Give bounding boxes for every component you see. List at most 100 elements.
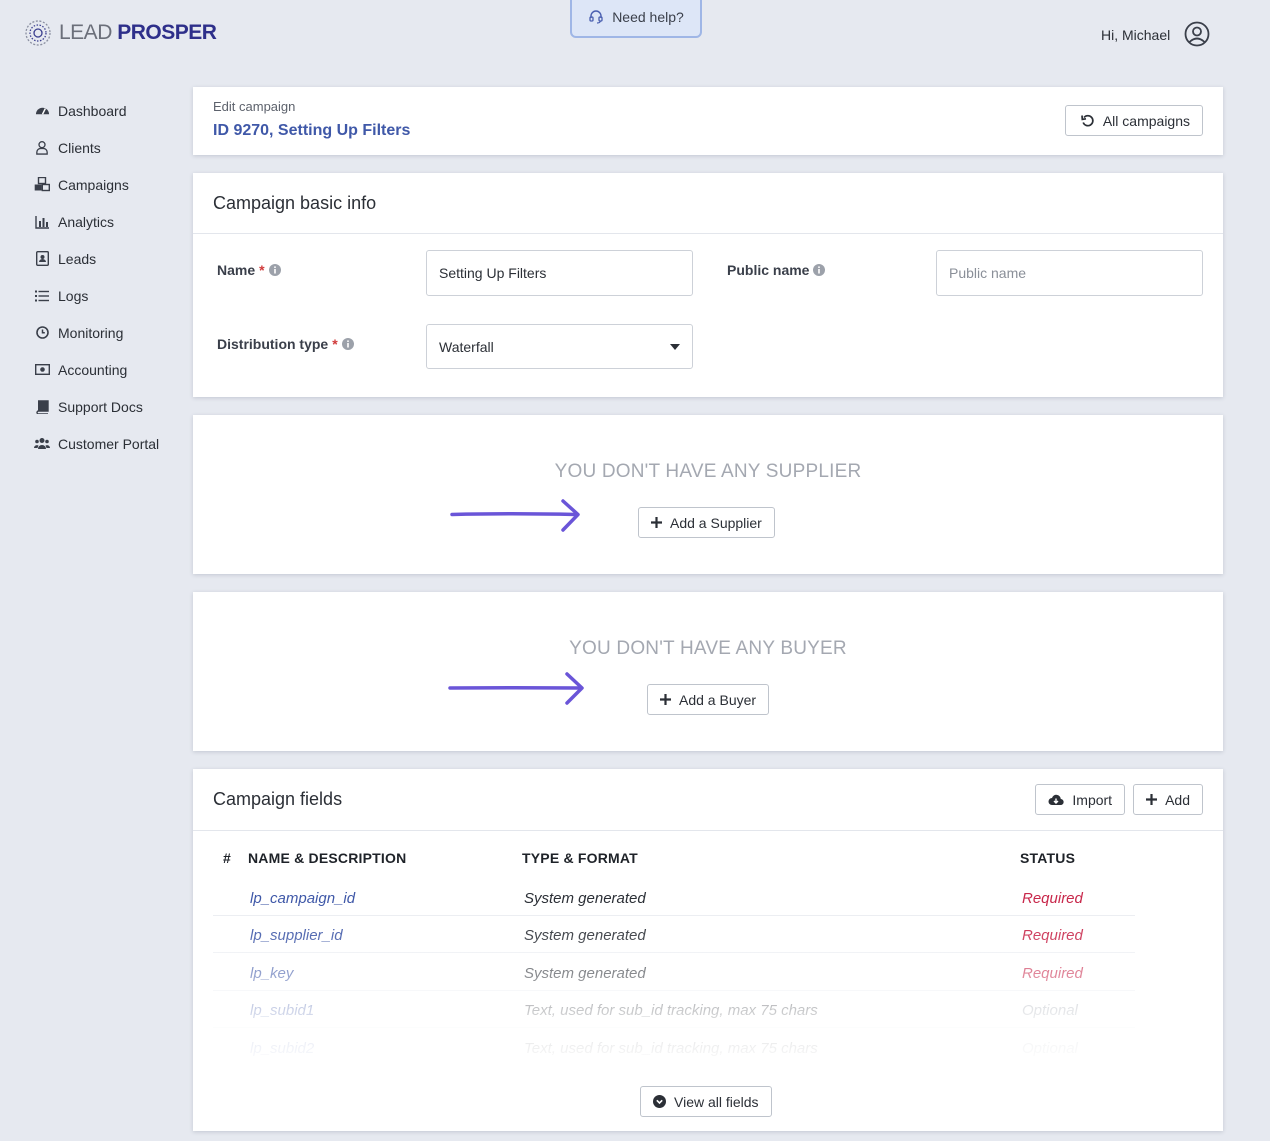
all-campaigns-label: All campaigns [1102,112,1190,129]
undo-icon [1080,114,1094,126]
sidebar-item-accounting[interactable]: Accounting [34,351,184,388]
basic-info-card: Campaign basic info Name * Setting Up Fi… [193,173,1223,397]
supplier-card: YOU DON'T HAVE ANY SUPPLIER Add a Suppli… [193,415,1223,574]
divider [193,233,1223,234]
need-help-button[interactable]: Need help? [570,0,702,38]
import-label: Import [1072,791,1113,808]
field-status: Optional [1022,1002,1078,1019]
arrow-right-icon [448,672,584,705]
sidebar-item-label: Analytics [58,213,115,230]
add-buyer-label: Add a Buyer [679,691,757,708]
sidebar-item-monitoring[interactable]: Monitoring [34,314,184,351]
logo-text-light: LEAD [59,21,112,44]
edit-campaign-subtitle: Edit campaign [213,99,296,114]
field-status: Required [1022,965,1083,982]
contact-card-icon [34,251,50,267]
distribution-label-text: Distribution type [217,336,329,352]
table-row[interactable]: lp_supplier_id System generated Required [213,916,1135,953]
required-mark: * [332,336,338,352]
cubes-icon [34,177,50,193]
logo-text: LEAD PROSPER [59,21,217,45]
sidebar-item-analytics[interactable]: Analytics [34,203,184,240]
sidebar-item-customer-portal[interactable]: Customer Portal [34,425,184,462]
sidebar-item-label: Monitoring [58,324,124,341]
no-buyer-message: YOU DON'T HAVE ANY BUYER [569,638,847,659]
public-name-input[interactable]: Public name [936,250,1203,296]
user-icon [34,140,50,156]
clock-icon [34,325,50,341]
cloud-download-icon [1048,794,1065,806]
public-name-label: Public name [727,262,826,278]
column-header-name[interactable]: NAME & DESCRIPTION [248,850,406,866]
headset-icon [589,10,603,24]
field-name-link[interactable]: lp_subid2 [250,1040,314,1057]
add-field-label: Add [1165,791,1190,808]
sidebar: Dashboard Clients Campaigns Analytics Le… [34,92,184,462]
field-name-link[interactable]: lp_campaign_id [250,890,355,907]
sidebar-item-label: Logs [58,287,89,304]
field-type: Text, used for sub_id tracking, max 75 c… [524,1040,818,1057]
sidebar-item-support-docs[interactable]: Support Docs [34,388,184,425]
book-icon [34,399,50,415]
name-label-text: Name [217,262,256,278]
chevron-down-circle-icon [653,1095,666,1108]
no-supplier-message: YOU DON'T HAVE ANY SUPPLIER [554,461,862,482]
caret-down-icon [670,343,680,350]
sidebar-item-logs[interactable]: Logs [34,277,184,314]
user-greeting: Hi, Michael [1101,27,1171,43]
sidebar-item-leads[interactable]: Leads [34,240,184,277]
name-input[interactable]: Setting Up Filters [426,250,693,296]
logo-text-bold: PROSPER [117,21,217,44]
field-name-link[interactable]: lp_key [250,965,293,982]
info-icon[interactable] [268,264,281,276]
sidebar-item-label: Clients [58,139,101,156]
add-field-button[interactable]: Add [1133,784,1203,815]
sidebar-item-campaigns[interactable]: Campaigns [34,166,184,203]
table-row[interactable]: lp_key System generated Required [213,954,1135,991]
all-campaigns-button[interactable]: All campaigns [1064,105,1203,136]
distribution-type-select[interactable]: Waterfall [426,324,693,369]
plus-icon [651,517,662,528]
column-header-type[interactable]: TYPE & FORMAT [522,850,638,866]
info-icon[interactable] [813,264,826,276]
public-name-label-text: Public name [727,262,810,278]
divider [193,830,1223,831]
bar-chart-icon [34,214,50,230]
add-buyer-button[interactable]: Add a Buyer [647,684,770,715]
list-icon [34,288,50,304]
field-status: Required [1022,927,1083,944]
sidebar-item-clients[interactable]: Clients [34,129,184,166]
app-logo[interactable]: LEAD PROSPER [23,18,217,48]
sidebar-item-dashboard[interactable]: Dashboard [34,92,184,129]
sidebar-item-label: Leads [58,250,97,267]
info-icon[interactable] [341,338,354,350]
field-status: Required [1022,890,1083,907]
logo-mark-icon [25,20,51,46]
edit-campaign-card: Edit campaign ID 9270, Setting Up Filter… [193,87,1223,155]
add-supplier-label: Add a Supplier [670,514,762,531]
field-type: System generated [524,965,646,982]
avatar-icon[interactable] [1184,21,1210,47]
sidebar-item-label: Support Docs [58,398,143,415]
view-all-fields-button[interactable]: View all fields [640,1086,772,1117]
column-header-number: # [223,850,231,866]
table-row[interactable]: lp_campaign_id System generated Required [213,879,1135,916]
field-name-link[interactable]: lp_subid1 [250,1002,314,1019]
dashboard-icon [34,103,50,119]
table-row[interactable]: lp_subid2 Text, used for sub_id tracking… [213,1029,1135,1066]
import-button[interactable]: Import [1035,784,1126,815]
column-header-status[interactable]: STATUS [1020,850,1075,866]
field-type: System generated [524,927,646,944]
add-supplier-button[interactable]: Add a Supplier [638,507,775,538]
field-type: Text, used for sub_id tracking, max 75 c… [524,1002,818,1019]
field-name-link[interactable]: lp_supplier_id [250,927,343,944]
name-label: Name * [217,262,281,278]
table-row[interactable]: lp_subid1 Text, used for sub_id tracking… [213,991,1135,1028]
distribution-type-label: Distribution type * [217,336,354,352]
plus-icon [660,694,671,705]
users-icon [34,436,50,452]
page-title: ID 9270, Setting Up Filters [213,122,411,139]
sidebar-item-label: Campaigns [58,176,129,193]
sidebar-item-label: Customer Portal [58,435,160,452]
money-icon [34,362,50,378]
